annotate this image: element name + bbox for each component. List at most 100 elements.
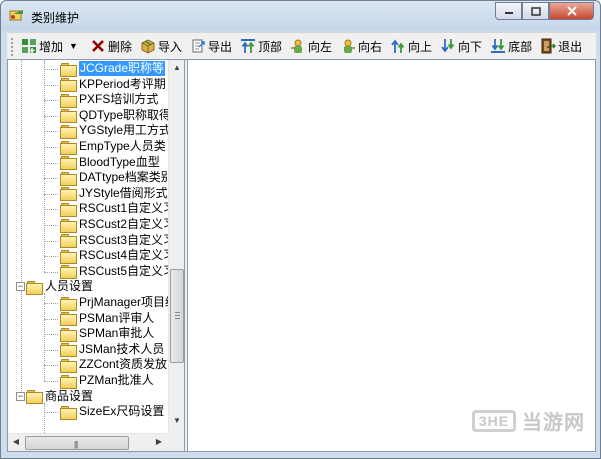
tree-vertical-scrollbar[interactable]: ▲ ▼: [168, 60, 184, 433]
tree-connector-line: [44, 318, 58, 320]
tree-connector-line: [44, 162, 58, 164]
toolbar-grip[interactable]: [10, 36, 15, 56]
delete-button-label: 删除: [107, 39, 132, 54]
folder-icon: [26, 390, 43, 405]
tree-item[interactable]: KPPeriod考评期: [60, 76, 166, 93]
tree-item[interactable]: RSCust4自定义习: [60, 248, 168, 264]
tree-collapse-icon[interactable]: −: [16, 391, 25, 401]
tree-item[interactable]: PXFS培训方式: [60, 92, 158, 108]
tree-item-label: KPPeriod考评期: [79, 76, 166, 91]
category-tree[interactable]: JCGrade职称等 KPPeriod考评期 PXFS培训方式 QDType职称取得 Y…: [8, 60, 168, 433]
scroll-grip-icon: |||: [74, 440, 78, 449]
tree-item[interactable]: PrjManager项目经: [60, 295, 168, 311]
add-button[interactable]: 增加 ▼: [18, 35, 85, 57]
tree-item[interactable]: BloodType血型: [60, 154, 160, 171]
tree-connector-line: [44, 381, 58, 382]
move-up-icon: [391, 39, 405, 53]
main-content: JCGrade职称等 KPPeriod考评期 PXFS培训方式 QDType职称取得 Y…: [7, 59, 596, 452]
folder-icon: [60, 171, 77, 186]
tree-connector-line: [44, 293, 45, 381]
move-top-button[interactable]: 顶部: [237, 35, 285, 57]
tree-group-node[interactable]: 商品设置: [26, 389, 93, 405]
tree-connector-line: [21, 60, 22, 288]
exit-button[interactable]: 退出: [537, 35, 585, 57]
tree-collapse-icon[interactable]: −: [16, 282, 25, 292]
maximize-icon: [530, 6, 541, 16]
tree-item[interactable]: RSCust2自定义习: [60, 217, 168, 233]
import-button[interactable]: 导入: [137, 35, 185, 57]
tree-item-label: 人员设置: [45, 279, 94, 294]
move-left-button[interactable]: 向左: [287, 35, 335, 57]
tree-item[interactable]: DATtype档案类别: [60, 170, 168, 186]
folder-icon: [60, 78, 77, 93]
tree-item-label: YGStyle用工方式: [79, 123, 168, 138]
move-down-button[interactable]: 向下: [437, 35, 485, 57]
tree-item[interactable]: ZZCont资质发放: [60, 357, 167, 373]
tree-item[interactable]: SPMan审批人: [60, 326, 154, 342]
tree-item[interactable]: JSMan技术人员: [60, 342, 164, 358]
tree-connector-line: [44, 193, 58, 195]
move-top-button-label: 顶部: [257, 39, 282, 54]
folder-icon: [60, 140, 77, 155]
tree-group-node[interactable]: 人员设置: [26, 279, 94, 295]
scroll-up-arrow-icon[interactable]: ▲: [169, 63, 184, 72]
folder-icon: [60, 218, 77, 233]
move-bottom-icon: [491, 39, 506, 53]
close-icon: [566, 6, 577, 16]
tree-item[interactable]: YGStyle用工方式: [60, 123, 168, 139]
minimize-button[interactable]: [495, 2, 522, 20]
tree-item-label: QDType职称取得: [79, 107, 168, 122]
move-bottom-button[interactable]: 底部: [487, 35, 535, 57]
folder-icon: [60, 124, 77, 139]
tree-horizontal-scrollbar[interactable]: ◀ ||| ▶: [8, 433, 168, 451]
scroll-left-arrow-icon[interactable]: ◀: [10, 437, 22, 446]
tree-vertical-scroll-thumb[interactable]: [170, 269, 184, 363]
title-bar[interactable]: 类别维护: [1, 1, 600, 31]
add-button-label: 增加: [39, 39, 64, 54]
delete-button[interactable]: 删除: [87, 35, 135, 57]
tree-connector-line: [44, 256, 58, 258]
window-controls: [495, 2, 594, 20]
export-button[interactable]: 导出: [187, 35, 235, 57]
pane-splitter[interactable]: [185, 60, 188, 451]
scroll-right-arrow-icon[interactable]: ▶: [153, 437, 165, 446]
folder-icon: [60, 156, 77, 171]
tree-item[interactable]: JCGrade职称等: [60, 61, 166, 77]
folder-icon: [60, 358, 77, 373]
tree-item[interactable]: PSMan评审人: [60, 311, 154, 327]
tree-item[interactable]: PZMan批准人: [60, 373, 154, 389]
scroll-grip-icon: [175, 312, 180, 319]
move-right-button[interactable]: 向右: [337, 35, 385, 57]
tree-connector-line: [44, 147, 58, 148]
folder-icon: [60, 327, 77, 342]
tree-item[interactable]: JYStyle借阅形式: [60, 185, 168, 202]
tree-item[interactable]: RSCust5自定义习: [60, 264, 168, 280]
tree-item-label: JYStyle借阅形式: [79, 185, 168, 200]
tree-item[interactable]: QDType职称取得: [60, 107, 168, 124]
scroll-corner: [168, 433, 184, 451]
tree-connector-line: [44, 115, 58, 117]
move-right-icon: [344, 39, 356, 53]
folder-icon: [60, 93, 77, 108]
tree-connector-line: [44, 412, 58, 414]
tree-item[interactable]: SizeEx尺码设置: [60, 404, 164, 420]
tree-item[interactable]: EmpType人员类: [60, 139, 166, 155]
tree-connector-line: [44, 131, 58, 133]
chevron-down-icon[interactable]: ▼: [69, 41, 78, 51]
tree-item-label: RSCust3自定义习: [79, 232, 168, 247]
close-button[interactable]: [549, 2, 594, 20]
tree-horizontal-scroll-thumb[interactable]: |||: [25, 436, 129, 450]
tree-item[interactable]: RSCust1自定义习: [60, 201, 168, 217]
scroll-down-arrow-icon[interactable]: ▼: [169, 416, 184, 425]
tree-connector-line: [44, 178, 58, 180]
import-button-label: 导入: [157, 39, 182, 54]
tree-connector-line: [44, 209, 58, 211]
add-grid-icon: [22, 39, 36, 53]
move-up-button[interactable]: 向上: [387, 35, 435, 57]
watermark-text: 当游网: [522, 412, 585, 434]
tree-connector-line: [44, 365, 58, 367]
maximize-button[interactable]: [522, 2, 549, 20]
tree-item[interactable]: RSCust3自定义习: [60, 232, 168, 249]
tree-item-label: BloodType血型: [79, 154, 160, 169]
tree-connector-line: [44, 271, 58, 273]
